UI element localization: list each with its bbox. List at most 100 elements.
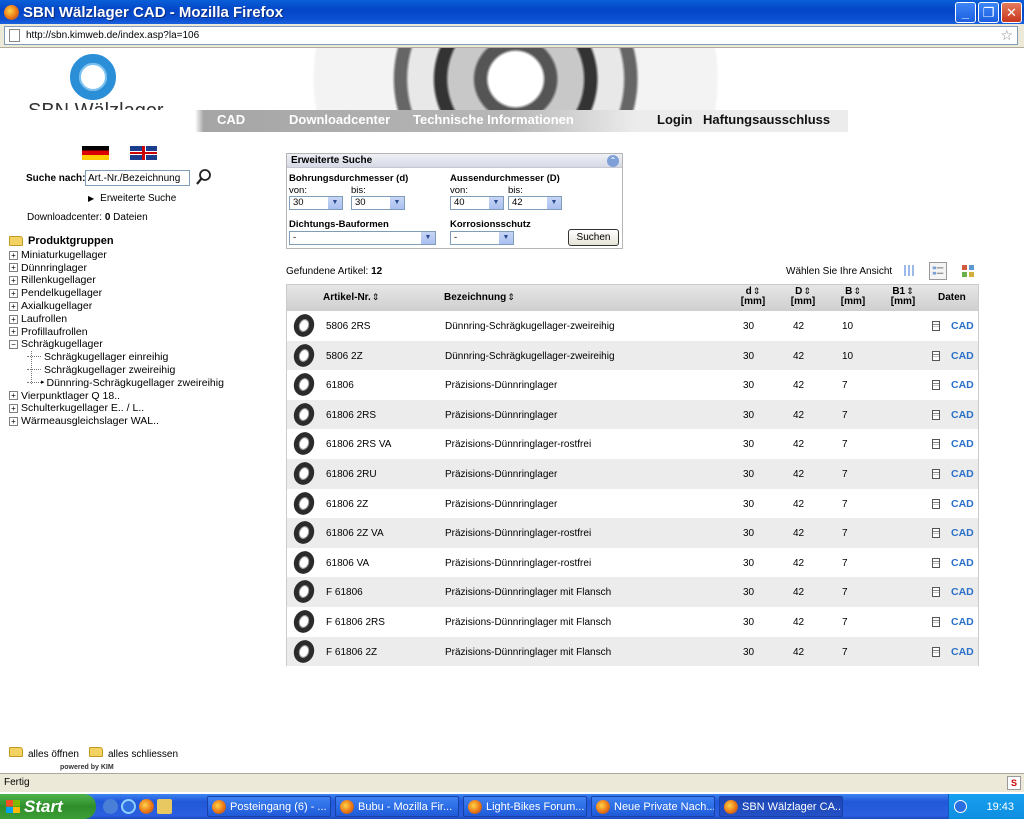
cell-article[interactable]: F 61806 2Z [326, 647, 377, 658]
table-row[interactable]: F 61806 Präzisions-Dünnringlager mit Flan… [287, 577, 978, 607]
bearing-thumbnail-icon[interactable] [290, 577, 318, 607]
tree-item-waermeausgleichslager[interactable]: + Wärmeausgleichslager WAL.. [9, 415, 224, 428]
task-sbn-waelzlager[interactable]: SBN Wälzlager CA... [719, 796, 843, 817]
desktop-icon[interactable] [103, 799, 118, 814]
internet-explorer-icon[interactable] [121, 799, 136, 814]
cell-article[interactable]: 61806 2Z [326, 499, 368, 510]
cell-article[interactable]: F 61806 2RS [326, 617, 385, 628]
table-row[interactable]: 61806 2RS VA Präzisions-Dünnringlager-ros… [287, 429, 978, 459]
table-row[interactable]: 61806 Präzisions-Dünnringlager 30 42 7 CAD [287, 370, 978, 400]
detail-view-icon[interactable] [929, 262, 947, 280]
corrosion-select[interactable]: - ▼ [450, 231, 514, 245]
table-row[interactable]: 61806 VA Präzisions-Dünnringlager-rostfre… [287, 548, 978, 578]
cell-article[interactable]: 61806 [326, 380, 354, 391]
datasheet-icon[interactable] [932, 528, 940, 539]
nav-haftungsausschluss[interactable]: Haftungsausschluss [703, 112, 830, 127]
cad-link[interactable]: CAD [951, 438, 974, 450]
datasheet-icon[interactable] [932, 587, 940, 598]
datasheet-icon[interactable] [932, 439, 940, 450]
tree-item-schraegkugellager[interactable]: − Schrägkugellager [9, 338, 224, 351]
table-row[interactable]: F 61806 2Z Präzisions-Dünnringlager mit F… [287, 636, 978, 667]
bore-to-select[interactable]: 30 ▼ [351, 196, 405, 210]
tree-item-duennringlager[interactable]: + Dünnringlager [9, 262, 224, 275]
bearing-thumbnail-icon[interactable] [290, 607, 318, 636]
close-all-link[interactable]: alles schliessen [88, 747, 178, 760]
tree-item-vierpunktlager[interactable]: + Vierpunktlager Q 18.. [9, 390, 224, 403]
table-row[interactable]: 61806 2Z Präzisions-Dünnringlager 30 42 7 CAD [287, 488, 978, 519]
datasheet-icon[interactable] [932, 617, 940, 627]
seal-select[interactable]: - ▼ [289, 231, 436, 245]
expand-icon[interactable]: + [9, 314, 18, 324]
advanced-search-link[interactable]: ▶ Erweiterte Suche [88, 193, 176, 204]
list-view-icon[interactable] [901, 262, 919, 280]
bearing-thumbnail-icon[interactable] [290, 636, 318, 666]
expand-icon[interactable]: + [9, 327, 18, 337]
firefox-quicklaunch-icon[interactable] [139, 799, 154, 814]
expand-icon[interactable]: + [9, 417, 18, 427]
col-B1[interactable]: B1⇕ [mm] [883, 286, 923, 306]
bookmark-star-icon[interactable]: ☆ [1000, 27, 1013, 44]
table-row[interactable]: F 61806 2RS Präzisions-Dünnringlager mit … [287, 607, 978, 637]
uk-flag-icon[interactable] [130, 146, 157, 160]
bearing-thumbnail-icon[interactable] [290, 548, 318, 577]
task-bubu[interactable]: Bubu - Mozilla Fir... [335, 796, 459, 817]
tree-child-schraeg-einreihig[interactable]: Schrägkugellager einreihig [9, 351, 224, 364]
datasheet-icon[interactable] [932, 469, 940, 479]
cad-link[interactable]: CAD [951, 468, 974, 480]
cell-article[interactable]: 61806 2RS [326, 410, 376, 421]
cell-article[interactable]: 61806 VA [326, 558, 369, 569]
cad-link[interactable]: CAD [951, 557, 974, 569]
maximize-button[interactable]: ❐ [978, 2, 999, 23]
bearing-thumbnail-icon[interactable] [290, 429, 318, 459]
table-row[interactable]: 61806 2RU Präzisions-Dünnringlager 30 42 7 CA… [287, 459, 978, 489]
expand-icon[interactable]: + [9, 289, 18, 299]
tree-item-profillaufrollen[interactable]: + Profillaufrollen [9, 326, 224, 339]
col-description[interactable]: Bezeichnung⇕ [444, 292, 515, 302]
cad-link[interactable]: CAD [951, 498, 974, 510]
bore-from-select[interactable]: 30 ▼ [289, 196, 343, 210]
close-button[interactable]: ✕ [1001, 2, 1022, 23]
col-article[interactable]: Artikel-Nr.⇕ [323, 292, 379, 302]
tree-child-schraeg-zweireihig[interactable]: Schrägkugellager zweireihig [9, 364, 224, 377]
cell-article[interactable]: 61806 2Z VA [326, 528, 384, 539]
cell-article[interactable]: F 61806 [326, 587, 363, 598]
table-row[interactable]: 5806 2Z Dünnring-Schrägkugellager-zweirei… [287, 340, 978, 371]
datasheet-icon[interactable] [932, 350, 940, 361]
bearing-thumbnail-icon[interactable] [290, 488, 318, 518]
search-button[interactable]: Suchen [568, 229, 619, 246]
cell-article[interactable]: 5806 2RS [326, 321, 370, 332]
datasheet-icon[interactable] [932, 409, 940, 420]
start-button[interactable]: Start [0, 794, 96, 819]
cad-link[interactable]: CAD [951, 409, 974, 421]
collapse-icon[interactable]: − [9, 340, 18, 350]
cell-article[interactable]: 61806 2RS VA [326, 439, 391, 450]
cad-link[interactable]: CAD [951, 646, 974, 658]
cad-link[interactable]: CAD [951, 586, 974, 598]
tree-child-duennring-schraeg[interactable]: ▸ Dünnring-Schrägkugellager zweireihig [9, 377, 224, 390]
bearing-thumbnail-icon[interactable] [290, 518, 318, 547]
datasheet-icon[interactable] [932, 321, 940, 331]
cad-link[interactable]: CAD [951, 320, 974, 332]
tray-network-icon[interactable] [954, 800, 967, 813]
collapse-icon[interactable]: ⌃ [607, 155, 619, 167]
minimize-button[interactable]: _ [955, 2, 976, 23]
nav-login[interactable]: Login [657, 112, 692, 127]
tree-item-laufrollen[interactable]: + Laufrollen [9, 313, 224, 326]
outer-to-select[interactable]: 42 ▼ [508, 196, 562, 210]
bearing-thumbnail-icon[interactable] [290, 340, 318, 370]
german-flag-icon[interactable] [82, 146, 109, 160]
col-B[interactable]: B⇕ [mm] [833, 286, 873, 306]
cad-link[interactable]: CAD [951, 527, 974, 539]
tree-item-schulterkugellager[interactable]: + Schulterkugellager E.. / L.. [9, 402, 224, 415]
cad-link[interactable]: CAD [951, 616, 974, 628]
datasheet-icon[interactable] [932, 380, 940, 391]
datasheet-icon[interactable] [932, 498, 940, 509]
folder-quicklaunch-icon[interactable] [157, 799, 172, 814]
nav-technische-informationen[interactable]: Technische Informationen [413, 112, 574, 127]
bearing-thumbnail-icon[interactable] [290, 370, 318, 399]
expand-icon[interactable]: + [9, 276, 18, 286]
bearing-thumbnail-icon[interactable] [290, 459, 318, 488]
expand-icon[interactable]: + [9, 404, 18, 414]
task-private-nachricht[interactable]: Neue Private Nach... [591, 796, 715, 817]
col-d[interactable]: d⇕ [mm] [733, 286, 773, 306]
